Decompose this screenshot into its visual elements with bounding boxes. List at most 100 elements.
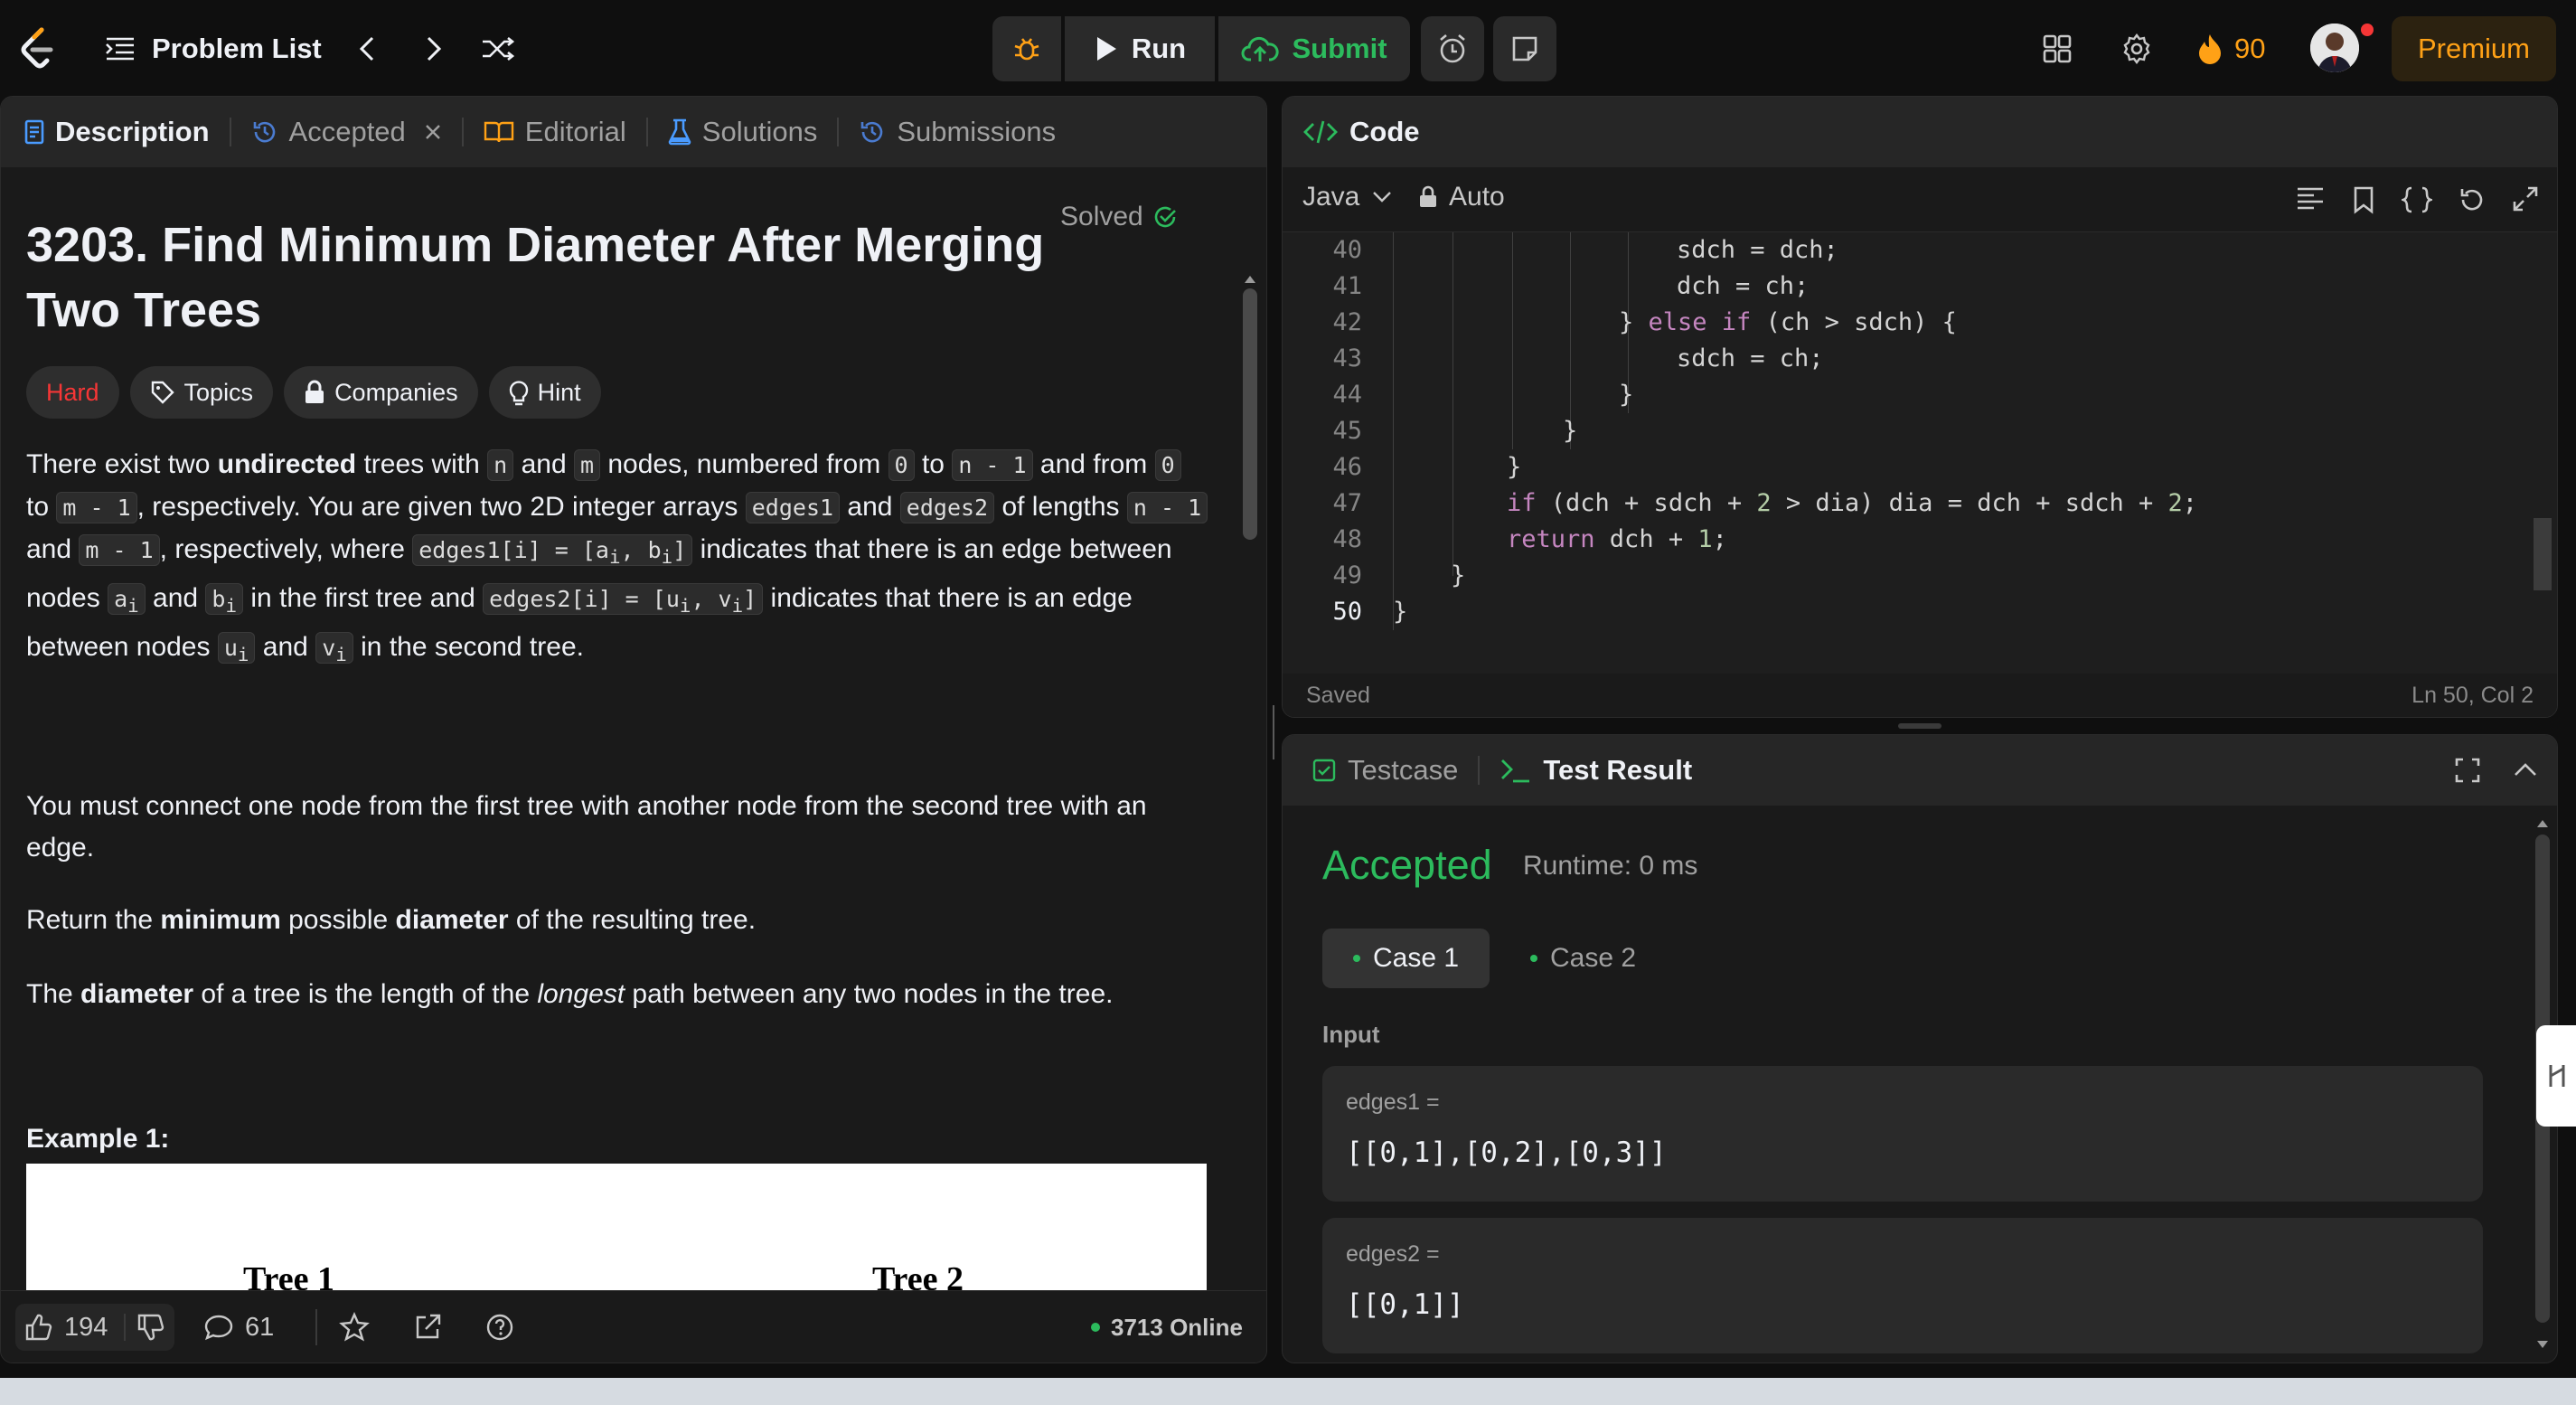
code-line: 42} else if (ch > sdch) { <box>1332 308 1957 336</box>
chevron-up-icon[interactable] <box>2512 757 2539 784</box>
cursor-position: Ln 50, Col 2 <box>2411 682 2534 708</box>
tab-description[interactable]: Description <box>5 97 230 167</box>
help-button[interactable] <box>485 1307 514 1347</box>
submit-button[interactable]: Submit <box>1218 16 1410 81</box>
fire-icon <box>2199 34 2221 64</box>
settings-button[interactable] <box>2115 27 2158 71</box>
os-taskbar <box>0 1378 2576 1405</box>
topics-chip[interactable]: Topics <box>129 366 274 419</box>
next-problem-button[interactable] <box>412 27 456 71</box>
timer-button[interactable] <box>1421 16 1484 81</box>
companies-chip[interactable]: Companies <box>284 366 478 419</box>
problem-statement-p4: The diameter of a tree is the length of … <box>26 979 1114 1009</box>
layout-grid-button[interactable] <box>2035 27 2079 71</box>
random-problem-button[interactable] <box>475 27 521 71</box>
result-actions <box>2454 757 2539 784</box>
example-heading: Example 1: <box>26 1124 170 1154</box>
tab-submissions[interactable]: Submissions <box>839 97 1076 167</box>
reset-icon[interactable] <box>2458 185 2487 214</box>
flask-icon <box>668 118 691 146</box>
problem-list-button[interactable]: Problem List <box>105 27 322 71</box>
auto-mode-toggle[interactable]: Auto <box>1418 182 1505 212</box>
streak-counter[interactable]: 90 <box>2196 27 2265 71</box>
premium-label: Premium <box>2417 33 2530 64</box>
hint-chip[interactable]: Hint <box>488 366 601 419</box>
tab-submissions-label: Submissions <box>897 116 1057 147</box>
like-button[interactable]: 194 <box>15 1304 175 1351</box>
tab-editorial-label: Editorial <box>524 116 626 147</box>
pass-dot <box>1353 955 1360 962</box>
code-editor-panel: Code Java Auto 40 sdch = dch; 41 dch = ch;… <box>1282 96 2558 718</box>
top-navbar: Problem List Run Submit 90 Premium <box>0 0 2576 98</box>
bookmark-icon[interactable] <box>2351 185 2376 214</box>
tab-accepted[interactable]: Accepted <box>231 97 462 167</box>
layout-grid-icon <box>2043 34 2072 63</box>
testcase-label: Testcase <box>1348 754 1459 786</box>
verdict-label: Accepted <box>1322 842 1492 888</box>
star-icon <box>339 1312 370 1342</box>
input-name: edges1 = <box>1346 1089 1440 1115</box>
code-line: 45} <box>1332 417 1578 445</box>
tab-test-result[interactable]: Test Result <box>1480 735 1712 806</box>
expand-icon[interactable] <box>2512 185 2539 212</box>
language-label: Java <box>1302 182 1360 212</box>
streak-count: 90 <box>2234 33 2266 64</box>
close-icon[interactable] <box>424 123 442 141</box>
fullscreen-icon[interactable] <box>2454 757 2481 784</box>
code-line: 49} <box>1332 561 1466 589</box>
run-button[interactable]: Run <box>1065 16 1215 81</box>
case-1-tab[interactable]: Case 1 <box>1322 929 1490 988</box>
code-line: 50} <box>1332 598 1408 626</box>
problem-statement-p1: There exist two undirected trees with n … <box>26 444 1210 675</box>
case-2-tab[interactable]: Case 2 <box>1500 929 1667 988</box>
prev-problem-button[interactable] <box>345 27 389 71</box>
code-line: 48 return dch + 1; <box>1332 525 1727 553</box>
drag-handle-icon <box>2549 1065 2565 1087</box>
code-toolbar: Java Auto <box>1283 167 2557 232</box>
cloud-upload-icon <box>1241 36 1280 61</box>
braces-icon[interactable] <box>2402 185 2432 214</box>
thumbs-down-icon[interactable] <box>136 1313 165 1342</box>
hint-label: Hint <box>537 378 581 406</box>
code-icon <box>1303 120 1338 144</box>
online-dot <box>1091 1323 1100 1332</box>
leetcode-logo[interactable] <box>13 24 63 74</box>
code-line: 41 dch = ch; <box>1332 272 1810 300</box>
editor-actions <box>2295 185 2539 214</box>
premium-button[interactable]: Premium <box>2392 16 2556 81</box>
book-icon <box>484 121 513 143</box>
vertical-splitter[interactable] <box>1269 705 1278 759</box>
result-tab-bar: Testcase Test Result <box>1283 735 2557 806</box>
comments-button[interactable]: 61 <box>203 1307 274 1347</box>
scrollbar-thumb[interactable] <box>1243 288 1257 540</box>
list-icon <box>106 37 134 61</box>
online-label: 3713 Online <box>1111 1313 1243 1341</box>
tab-accepted-label: Accepted <box>288 116 406 147</box>
companies-label: Companies <box>334 378 458 406</box>
run-submit-group: Run Submit <box>992 16 1410 81</box>
format-icon[interactable] <box>2295 185 2326 212</box>
share-button[interactable] <box>413 1307 442 1347</box>
code-status-bar: Saved Ln 50, Col 2 <box>1283 674 2557 717</box>
favorite-button[interactable] <box>339 1307 370 1347</box>
description-panel: Description Accepted Editorial Solutions… <box>0 96 1267 1363</box>
lock-icon <box>306 380 324 403</box>
left-tab-bar: Description Accepted Editorial Solutions… <box>1 97 1266 167</box>
debug-button[interactable] <box>992 16 1061 81</box>
test-result-panel: Testcase Test Result Accepted Runtime: 0… <box>1282 734 2558 1363</box>
tab-solutions[interactable]: Solutions <box>648 97 838 167</box>
avatar[interactable] <box>2310 24 2359 72</box>
code-editor[interactable]: 40 sdch = dch; 41 dch = ch; 42} else if (c… <box>1283 232 2557 717</box>
tab-testcase[interactable]: Testcase <box>1292 735 1478 806</box>
language-select[interactable]: Java <box>1302 182 1392 212</box>
horizontal-splitter[interactable] <box>1898 723 1941 729</box>
code-scrollbar-thumb[interactable] <box>2534 518 2552 590</box>
tab-code[interactable]: Code <box>1302 97 1420 167</box>
runtime-label: Runtime: 0 ms <box>1523 851 1698 881</box>
side-drawer-handle[interactable] <box>2536 1025 2576 1127</box>
tab-editorial[interactable]: Editorial <box>464 97 646 167</box>
problem-list-label: Problem List <box>152 33 322 64</box>
question-circle-icon <box>486 1314 513 1341</box>
notes-button[interactable] <box>1493 16 1556 81</box>
mode-label: Auto <box>1449 182 1505 212</box>
